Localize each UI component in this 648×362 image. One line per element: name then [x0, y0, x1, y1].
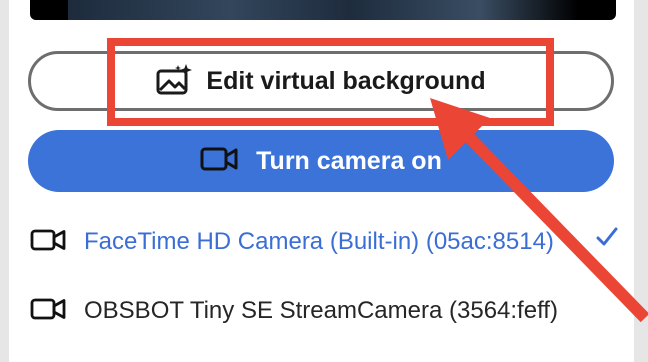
video-preview: [30, 0, 616, 20]
edit-virtual-background-label: Edit virtual background: [206, 66, 486, 95]
video-camera-icon: [30, 228, 66, 257]
edit-virtual-background-button[interactable]: Edit virtual background: [28, 51, 614, 111]
turn-camera-on-button[interactable]: Turn camera on: [28, 130, 614, 192]
camera-option-facetime[interactable]: FaceTime HD Camera (Built-in) (05ac:8514…: [30, 222, 620, 262]
camera-option-label: OBSBOT Tiny SE StreamCamera (3564:feff): [84, 297, 558, 324]
turn-camera-on-label: Turn camera on: [256, 146, 442, 175]
video-camera-icon: [200, 146, 238, 177]
video-camera-icon: [30, 297, 66, 326]
image-sparkle-icon: [156, 63, 193, 100]
camera-option-label: FaceTime HD Camera (Built-in) (05ac:8514…: [84, 228, 554, 255]
camera-option-obsbot[interactable]: OBSBOT Tiny SE StreamCamera (3564:feff): [30, 291, 620, 331]
checkmark-icon: [596, 227, 618, 252]
